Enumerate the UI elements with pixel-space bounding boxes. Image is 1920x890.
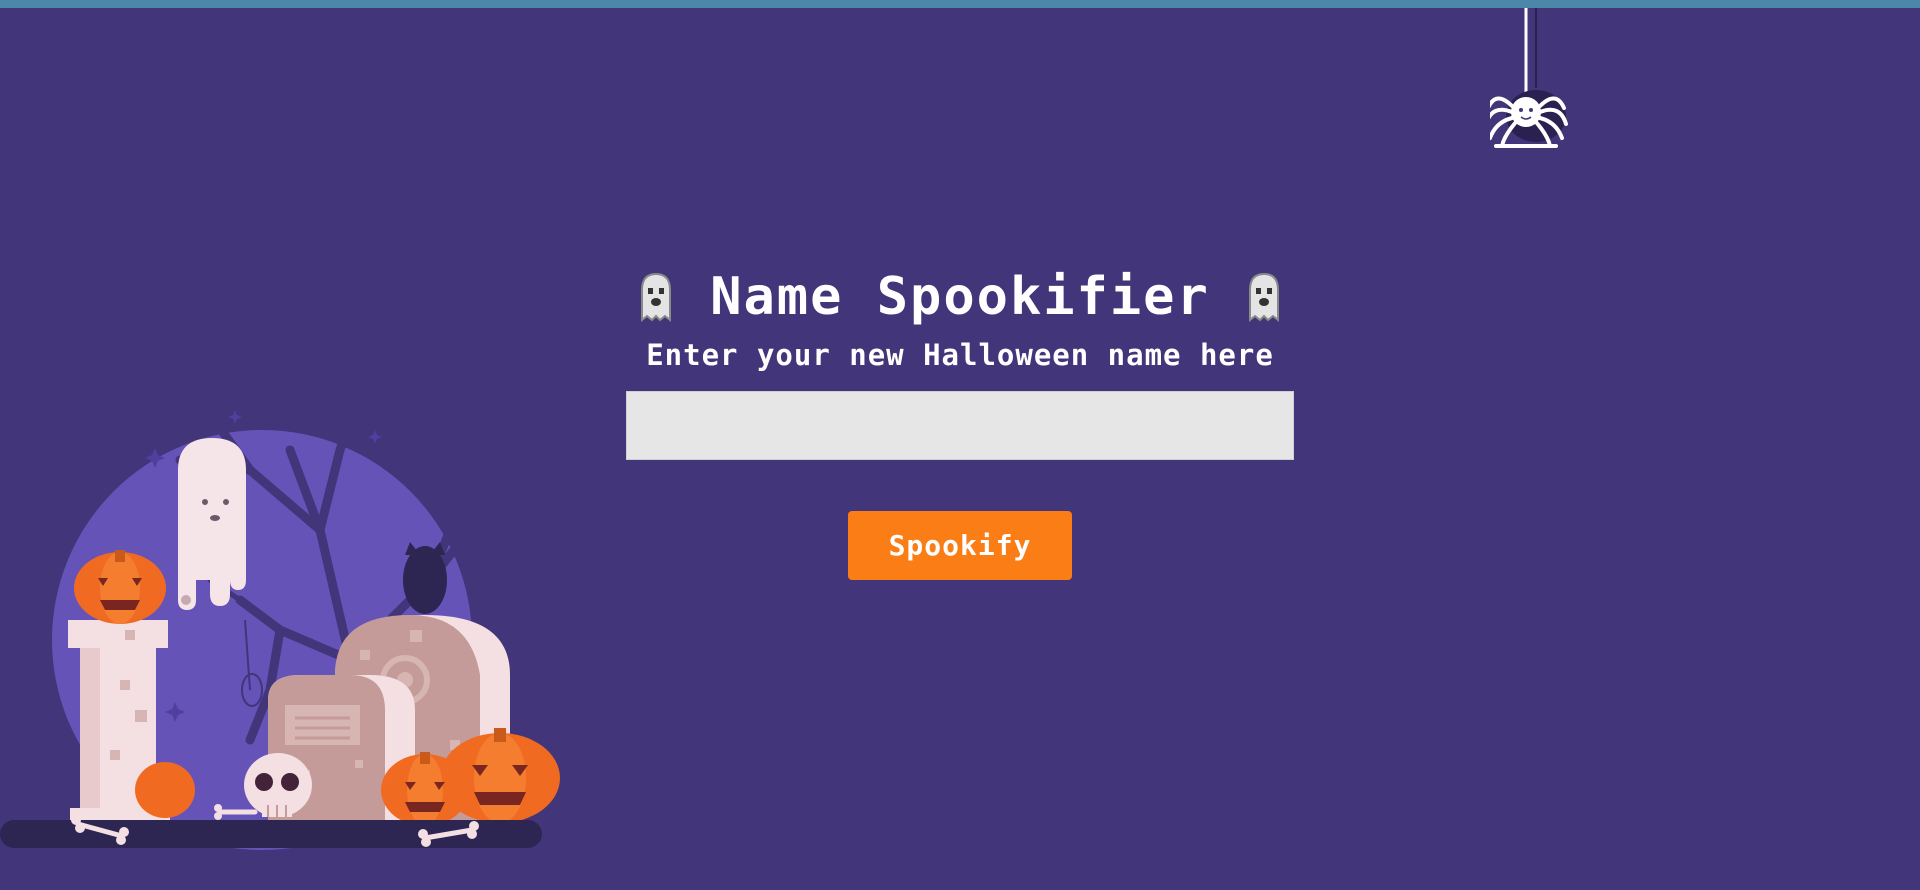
- title-row: Name Spookifier: [560, 262, 1360, 332]
- ghost-icon: [1248, 272, 1279, 322]
- graveyard-illustration: [0, 330, 600, 886]
- page-title: Name Spookifier: [710, 267, 1210, 327]
- ghost-icon: [641, 272, 672, 322]
- halloween-name-input[interactable]: [626, 391, 1294, 460]
- spookify-button[interactable]: Spookify: [848, 511, 1072, 580]
- page-subtitle: Enter your new Halloween name here: [646, 338, 1274, 372]
